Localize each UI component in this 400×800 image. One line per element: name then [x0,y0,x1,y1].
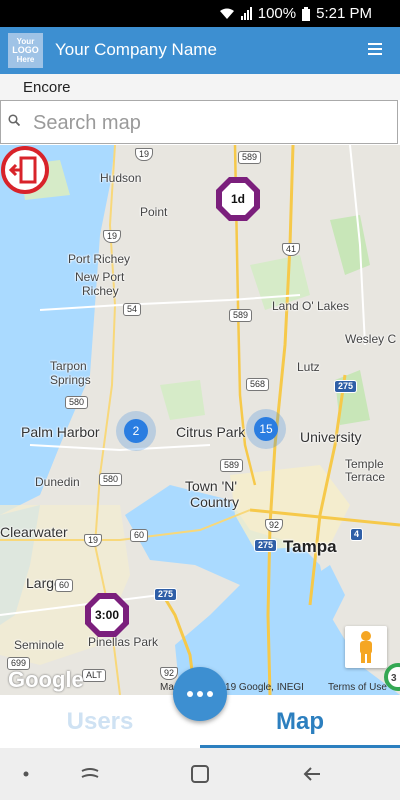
place-label: Port Richey [68,252,131,266]
map-canvas [0,145,400,695]
back-icon[interactable] [300,762,324,786]
search-icon [8,114,20,126]
map-view[interactable]: Hudson Point Port Richey New Port Richey… [0,145,400,695]
map-cluster[interactable]: 2 [116,411,156,451]
clock-time: 5:21 PM [316,5,372,22]
place-label: Seminole [14,638,65,652]
place-label: Wesley C [345,332,397,346]
road-shield: 4 [350,528,364,541]
road-shield: 589 [220,459,244,472]
place-label: University [300,429,362,445]
place-label: Dunedin [35,475,80,489]
breadcrumb[interactable]: Encore [23,79,71,96]
place-label: Land O' Lakes [272,299,350,313]
system-nav-bar [0,748,400,800]
map-cluster[interactable]: 15 [246,409,286,449]
road-shield: 54 [123,303,142,316]
place-label: Tarpon [50,359,87,373]
road-shield: 580 [99,473,123,486]
hamburger-menu-icon[interactable] [368,43,382,55]
place-label: Richey [82,284,119,298]
place-label: Palm Harbor [21,424,100,440]
place-label: New Port [75,270,125,284]
road-shield: 580 [65,396,89,409]
home-icon[interactable] [188,762,212,786]
tab-map[interactable]: Map [200,695,400,748]
place-label: Point [140,205,168,219]
battery-icon [302,6,311,21]
cluster-count: 15 [254,417,278,441]
more-actions-button[interactable] [173,667,227,721]
tab-users[interactable]: Users [0,695,200,748]
place-label: Town 'N' [185,478,238,494]
recent-apps-icon[interactable] [78,762,102,786]
road-shield: 568 [246,378,270,391]
road-shield: 589 [229,309,253,322]
app-bar: Your LOGO Here Your Company Name [0,27,400,74]
company-logo: Your LOGO Here [8,33,43,68]
place-label: Temple [345,457,384,471]
place-label: Hudson [100,171,142,185]
wifi-icon [219,8,234,19]
edge-marker-label: 3 [391,673,397,684]
road-shield: 589 [238,151,262,164]
map-marker[interactable]: 1d [214,175,262,223]
signal-icon [240,7,252,20]
marker-label: 1d [230,192,245,206]
logo-line-2: LOGO [12,45,39,55]
google-logo: Google [8,667,84,692]
place-label: Lutz [297,360,320,374]
road-shield: 275 [154,588,178,601]
place-label: Springs [50,373,91,387]
road-shield: 275 [334,380,358,393]
road-shield: 60 [130,529,149,542]
breadcrumb-bar: Encore [0,74,400,100]
place-label: Clearwater [0,524,68,540]
exit-marker-icon[interactable] [0,145,50,195]
status-bar: 100% 5:21 PM [0,0,400,27]
search-box [0,100,398,144]
dot-icon[interactable] [14,762,38,786]
road-shield: ALT [82,669,106,682]
road-shield: 60 [55,579,74,592]
pegman-icon [360,631,372,663]
battery-percent: 100% [257,5,297,22]
road-shield: 275 [254,539,278,552]
place-label: Terrace [345,470,386,484]
search-input[interactable] [31,107,385,139]
street-view-pegman[interactable] [345,626,387,668]
place-label: Tampa [283,537,337,556]
map-marker[interactable]: 3:00 [83,591,131,639]
company-name: Your Company Name [55,40,217,59]
marker-label: 3:00 [94,608,120,622]
logo-line-3: Here [16,55,35,64]
terms-link[interactable]: Terms of Use [328,682,387,693]
place-label: Citrus Park [176,424,246,440]
place-label: Country [190,494,240,510]
cluster-count: 2 [124,419,148,443]
